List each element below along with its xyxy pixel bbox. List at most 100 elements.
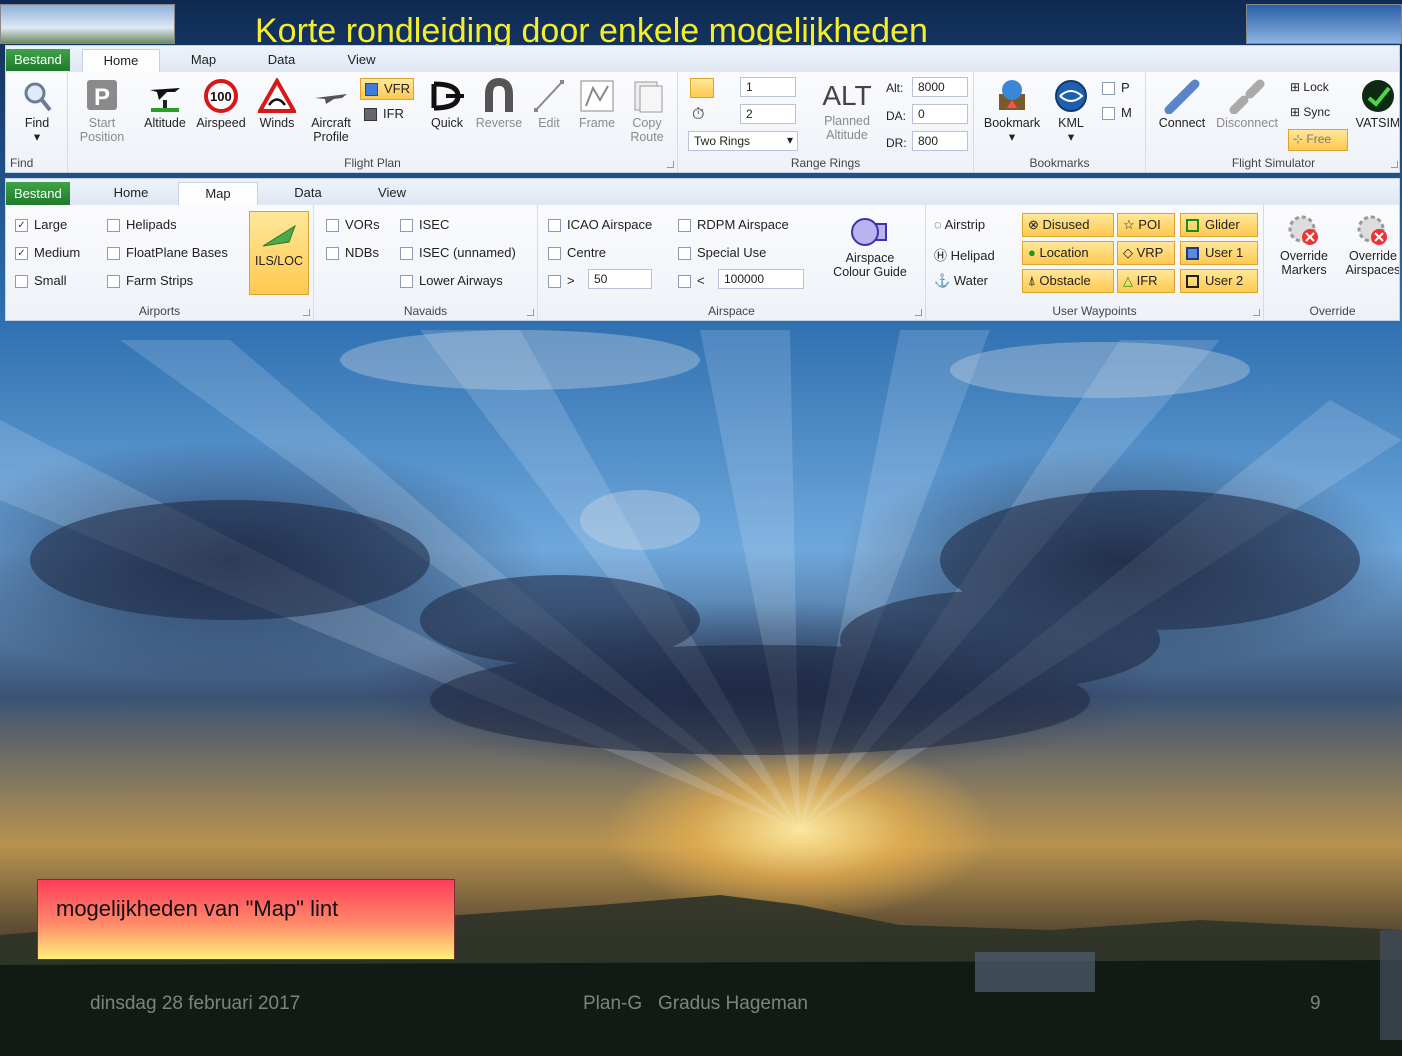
frame-button[interactable]: Frame — [572, 78, 622, 130]
quick-button[interactable]: Quick — [422, 78, 472, 130]
footer-page-number: 9 — [1310, 993, 1321, 1014]
free-button[interactable]: ⊹ Free — [1288, 129, 1348, 151]
edit-button[interactable]: Edit — [526, 78, 572, 130]
dr-input[interactable]: 800 — [912, 131, 968, 151]
ndbs-checkbox[interactable]: NDBs — [326, 245, 379, 261]
rdpm-airspace-checkbox[interactable]: RDPM Airspace — [678, 217, 789, 233]
ils-loc-button[interactable]: ILS/LOC — [249, 211, 309, 295]
lock-button[interactable]: ⊞ Lock — [1290, 80, 1329, 94]
ifr-waypoint-button[interactable]: △ IFR — [1117, 269, 1175, 293]
reverse-button[interactable]: Reverse — [472, 78, 526, 130]
airstrip-button[interactable]: ◌ Airstrip — [934, 217, 985, 232]
user-waypoints-launcher-icon[interactable] — [1253, 309, 1260, 316]
disused-button[interactable]: ⊗ Disused — [1022, 213, 1114, 237]
less-than-checkbox-box — [678, 275, 691, 289]
greater-than-input[interactable]: 50 — [588, 269, 652, 289]
airstrip-label: Airstrip — [944, 217, 986, 232]
aircraft-profile-button[interactable]: Aircraft Profile — [302, 78, 360, 144]
rdpm-airspace-label: RDPM Airspace — [697, 217, 789, 232]
floatplane-checkbox[interactable]: FloatPlane Bases — [107, 245, 228, 261]
tab-view[interactable]: View — [362, 182, 422, 205]
tab-data[interactable]: Data — [278, 182, 338, 205]
warning-triangle-icon — [258, 78, 296, 113]
ring1-input[interactable]: 1 — [740, 77, 796, 97]
airspace-launcher-icon[interactable] — [915, 309, 922, 316]
copy-route-button[interactable]: Copy Route — [622, 78, 672, 144]
water-button[interactable]: ⚓ Water — [934, 273, 988, 289]
kml-button[interactable]: KML ▾ — [1046, 78, 1096, 144]
vors-checkbox[interactable]: VORs — [326, 217, 380, 233]
farm-strips-label: Farm Strips — [126, 273, 194, 288]
airspeed-button[interactable]: 100 Airspeed — [192, 78, 250, 130]
group-label-bookmarks: Bookmarks — [1029, 156, 1090, 170]
greater-than-checkbox[interactable]: > — [548, 273, 575, 289]
glider-button[interactable]: Glider — [1180, 213, 1258, 237]
lower-airways-checkbox[interactable]: Lower Airways — [400, 273, 503, 289]
user2-button[interactable]: User 2 — [1180, 269, 1258, 293]
group-label-range-rings: Range Rings — [790, 156, 861, 170]
helipad-button[interactable]: Ⓗ Helipad — [934, 245, 995, 264]
ring-toggle-button[interactable] — [690, 78, 714, 98]
vatsim-label: VATSIM — [1355, 116, 1400, 130]
p-checkbox[interactable]: P — [1102, 80, 1130, 96]
planned-altitude-button[interactable]: ALT Planned Altitude — [816, 80, 878, 142]
user1-square-icon — [1186, 247, 1199, 261]
isec-unnamed-checkbox-box — [400, 247, 413, 261]
tab-bestand[interactable]: Bestand — [6, 49, 70, 71]
isec-unnamed-checkbox[interactable]: ISEC (unnamed) — [400, 245, 516, 261]
tab-home[interactable]: Home — [82, 49, 160, 72]
p-checkbox-box — [1102, 82, 1115, 96]
less-than-input[interactable]: 100000 — [718, 269, 804, 289]
centre-checkbox[interactable]: Centre — [548, 245, 606, 261]
override-airspaces-button[interactable]: Override Airspaces — [1340, 213, 1399, 277]
small-checkbox[interactable]: Small — [15, 273, 67, 289]
speed-sign-text: 100 — [210, 89, 232, 104]
vfr-button[interactable]: VFR — [360, 78, 414, 100]
flight-simulator-launcher-icon[interactable] — [1391, 161, 1398, 168]
bookmark-button[interactable]: Bookmark ▾ — [980, 78, 1044, 144]
large-checkbox[interactable]: ✓ Large — [15, 217, 67, 233]
flight-plan-launcher-icon[interactable] — [667, 161, 674, 168]
tab-data[interactable]: Data — [254, 49, 309, 72]
alt-input[interactable]: 8000 — [912, 77, 968, 97]
sync-button[interactable]: ⊞ Sync — [1290, 105, 1330, 119]
tab-map[interactable]: Map — [176, 49, 231, 72]
user1-button[interactable]: User 1 — [1180, 241, 1258, 265]
navaids-launcher-icon[interactable] — [527, 309, 534, 316]
special-use-checkbox[interactable]: Special Use — [678, 245, 766, 261]
ring2-input[interactable]: 2 — [740, 104, 796, 124]
tab-map[interactable]: Map — [178, 182, 258, 205]
ifr-button[interactable]: IFR — [360, 104, 414, 126]
medium-checkbox[interactable]: ✓ Medium — [15, 245, 80, 261]
lock-label: Lock — [1303, 80, 1329, 94]
airspace-colour-guide-button[interactable]: Airspace Colour Guide — [818, 215, 922, 279]
farm-strips-checkbox[interactable]: Farm Strips — [107, 273, 194, 289]
dr-label: DR: — [886, 136, 907, 150]
user2-label: User 2 — [1205, 273, 1244, 288]
connect-button[interactable]: Connect — [1150, 78, 1214, 130]
rings-select[interactable]: Two Rings ▾ — [688, 131, 798, 151]
location-button[interactable]: ● Location — [1022, 241, 1114, 265]
footer-date: dinsdag 28 februari 2017 — [90, 993, 301, 1014]
start-position-button[interactable]: P Start Position — [72, 78, 132, 144]
poi-button[interactable]: ☆ POI — [1117, 213, 1175, 237]
vrp-button[interactable]: ◇ VRP — [1117, 241, 1175, 265]
vatsim-button[interactable]: VATSIM — [1352, 78, 1400, 130]
icao-airspace-checkbox[interactable]: ICAO Airspace — [548, 217, 652, 233]
da-input[interactable]: 0 — [912, 104, 968, 124]
tab-view[interactable]: View — [334, 49, 389, 72]
isec-checkbox[interactable]: ISEC — [400, 217, 449, 233]
less-than-checkbox[interactable]: < — [678, 273, 705, 289]
tab-bestand[interactable]: Bestand — [6, 182, 70, 205]
disconnect-button[interactable]: Disconnect — [1212, 78, 1282, 130]
tab-home[interactable]: Home — [96, 182, 166, 205]
airports-launcher-icon[interactable] — [303, 309, 310, 316]
helipads-checkbox[interactable]: Helipads — [107, 217, 177, 233]
winds-label: Winds — [259, 116, 295, 130]
m-checkbox[interactable]: M — [1102, 105, 1132, 121]
override-markers-button[interactable]: Override Markers — [1268, 213, 1340, 277]
obstacle-button[interactable]: ⍋ Obstacle — [1022, 269, 1114, 293]
find-button[interactable]: Find ▾ — [12, 80, 62, 144]
altitude-button[interactable]: Altitude — [136, 78, 194, 130]
winds-button[interactable]: Winds — [250, 78, 304, 130]
